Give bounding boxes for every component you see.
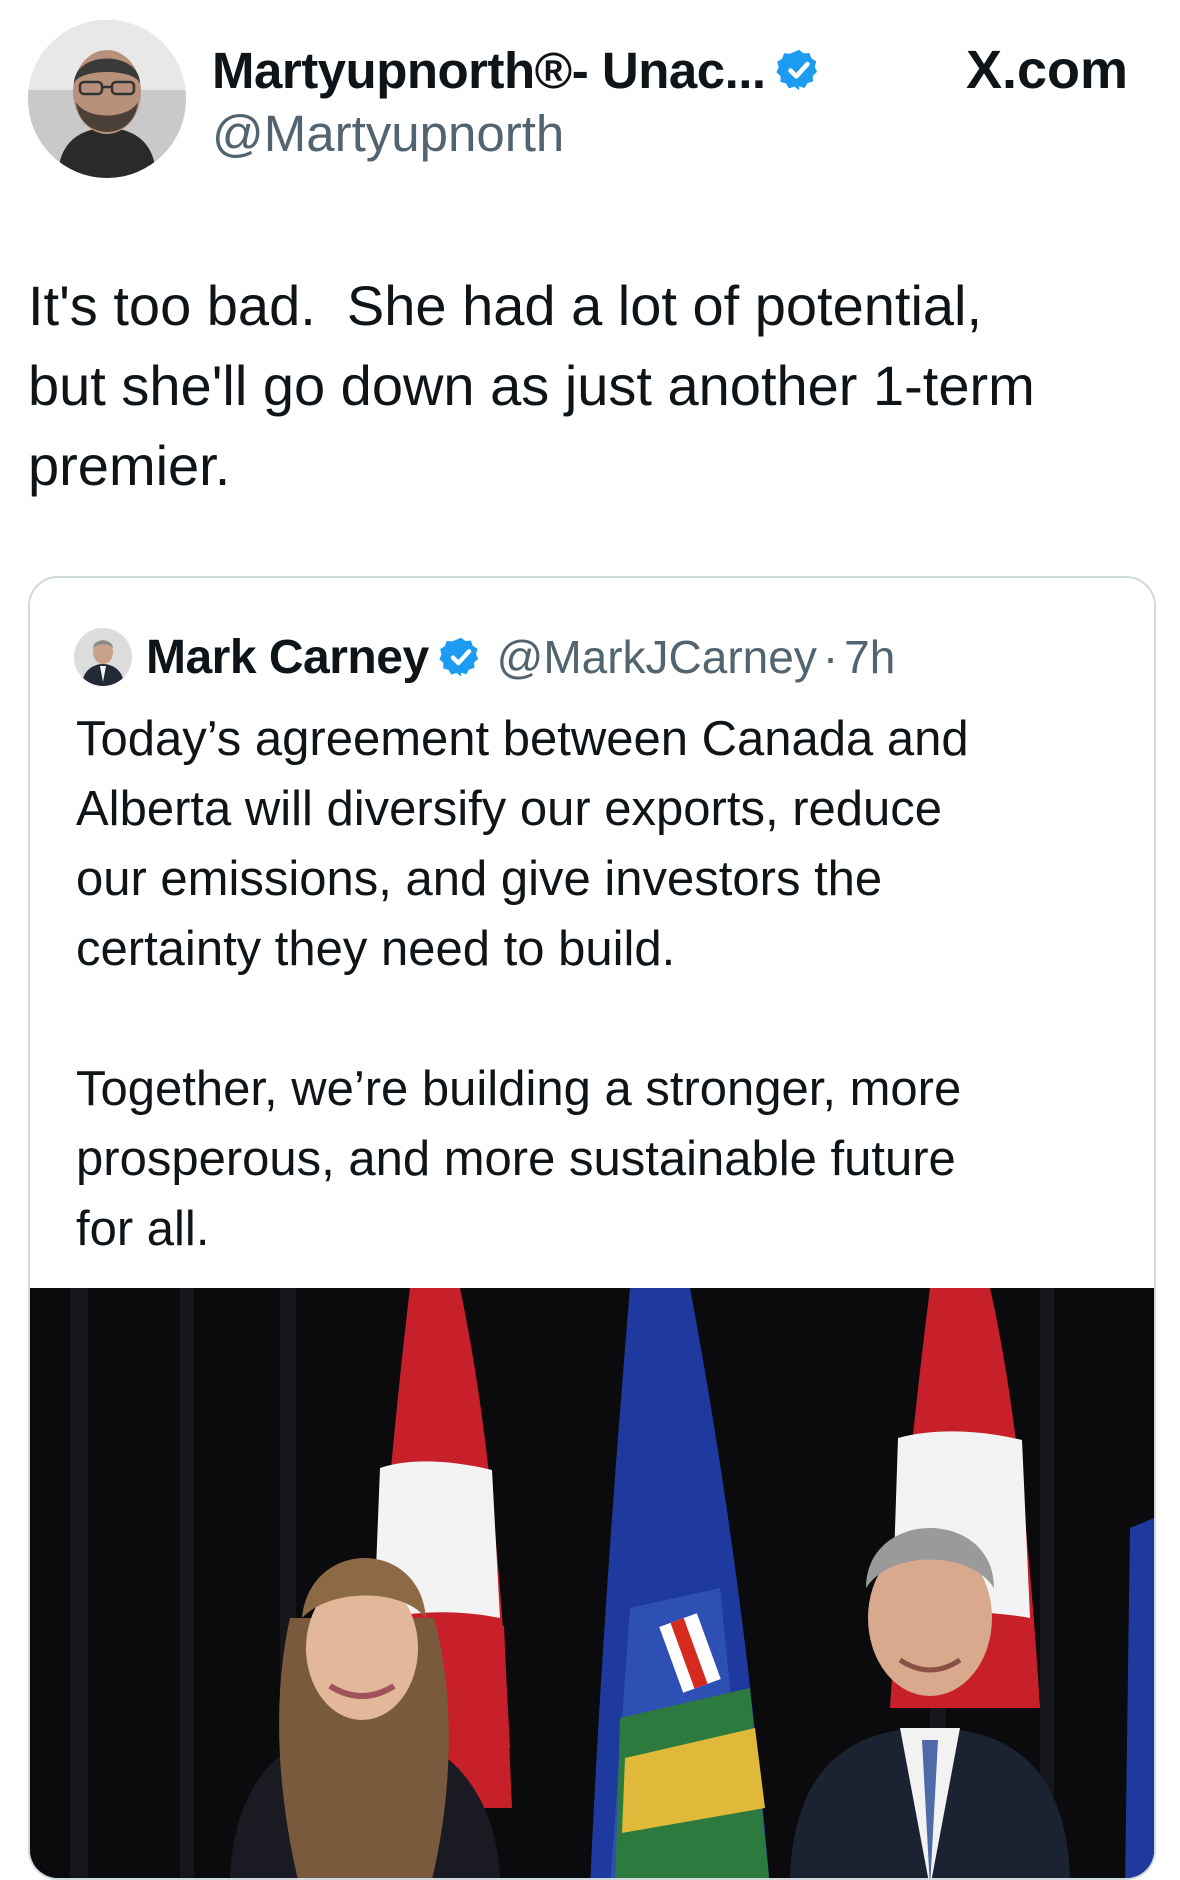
author-name-row: Martyupnorth®- Unac... [212,38,822,102]
quoted-tweet-text: Today’s agreement between Canada and Alb… [76,712,969,1256]
tweet-text: It's too bad. She had a lot of potential… [28,274,1035,497]
quoted-tweet-photo[interactable] [30,1288,1154,1878]
tweet-header: Martyupnorth®- Unac... @Martyupnorth X.c… [0,0,1180,200]
quoted-tweet-header: Mark Carney @MarkJCarney · 7h [74,626,895,688]
quoted-author-avatar[interactable] [74,628,132,686]
quoted-timestamp[interactable]: 7h [844,630,895,684]
verified-badge-icon [775,49,817,91]
author-display-name[interactable]: Martyupnorth®- Unac... [212,41,766,100]
quoted-author-handle[interactable]: @MarkJCarney [497,630,817,684]
separator-dot: · [822,631,839,683]
quoted-verified-badge-icon [439,637,478,677]
quoted-avatar-photo [74,628,132,686]
press-conference-photo [30,1288,1154,1878]
quoted-author-name[interactable]: Mark Carney [146,630,429,685]
author-avatar[interactable] [28,20,186,178]
site-label: X.com [965,40,1128,100]
author-avatar-photo [28,20,186,178]
author-handle[interactable]: @Martyupnorth [212,104,564,163]
quoted-tweet-card[interactable]: Mark Carney @MarkJCarney · 7h Today’s ag… [28,576,1156,1880]
